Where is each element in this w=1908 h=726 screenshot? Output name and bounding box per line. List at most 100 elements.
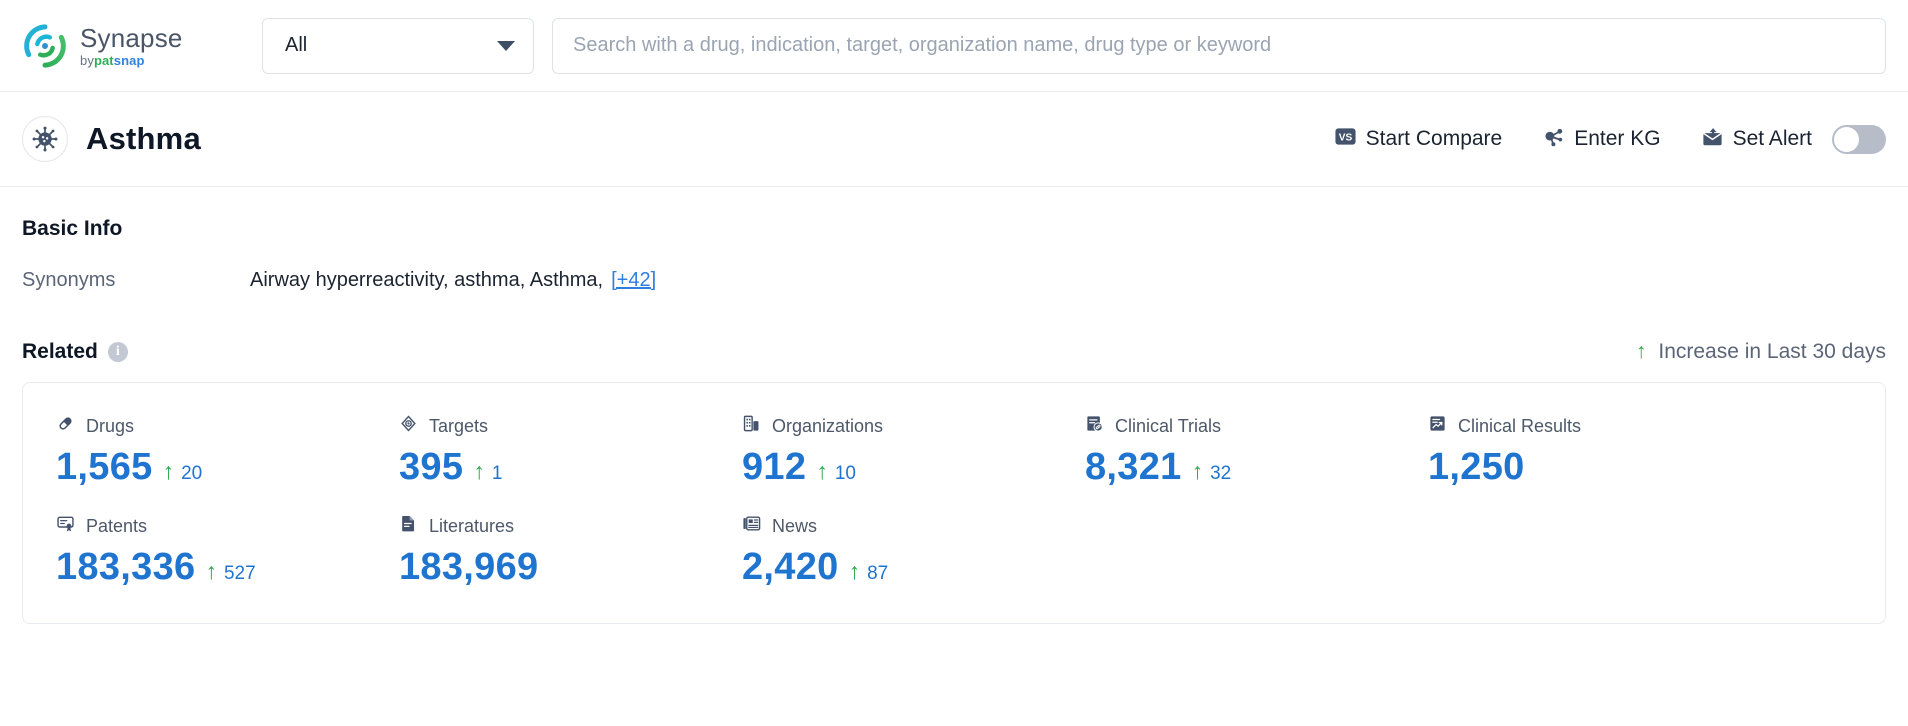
- metric-header: Patents: [56, 515, 399, 537]
- metric-delta: ↑ 32: [1192, 460, 1232, 485]
- metric-label: News: [772, 515, 818, 536]
- metric-label: Organizations: [772, 415, 884, 436]
- page-body: Basic Info Synonyms Airway hyperreactivi…: [0, 217, 1908, 624]
- knowledge-graph-icon: [1542, 125, 1565, 154]
- start-compare-button[interactable]: VS Start Compare: [1334, 125, 1502, 154]
- building-icon: [742, 414, 761, 438]
- search-scope-dropdown[interactable]: All: [262, 17, 534, 74]
- metric-value: 395: [399, 446, 464, 488]
- clinical-trial-icon: [1085, 414, 1104, 438]
- clinical-results-icon: [1428, 414, 1447, 438]
- metric-clinical-results[interactable]: Clinical Results 1,250: [1428, 415, 1771, 489]
- virus-icon: [22, 116, 68, 162]
- pill-icon: [56, 414, 75, 438]
- entity-header: Asthma VS Start Compare Enter KG Set Ale…: [0, 92, 1908, 187]
- arrow-up-icon: ↑: [162, 458, 175, 484]
- metric-header: Targets: [399, 415, 742, 437]
- chevron-down-icon: [497, 40, 515, 51]
- metric-targets[interactable]: Targets 395 ↑ 1: [399, 415, 742, 489]
- info-icon[interactable]: i: [107, 342, 128, 362]
- global-search-bar: Synapse bypatsnap All: [0, 0, 1908, 92]
- set-alert-label: Set Alert: [1732, 127, 1812, 150]
- arrow-up-icon: ↑: [473, 458, 485, 484]
- metric-label: Patents: [86, 515, 148, 536]
- brand-logo[interactable]: Synapse bypatsnap: [22, 23, 262, 69]
- toggle-knob: [1834, 126, 1859, 152]
- brand-by: by: [80, 52, 94, 68]
- search-field-wrapper[interactable]: [552, 17, 1886, 74]
- metric-value: 912: [742, 446, 807, 488]
- metric-value-row: 2,420 ↑ 87: [742, 546, 1085, 589]
- enter-kg-label: Enter KG: [1574, 127, 1661, 150]
- metric-header: Literatures: [399, 515, 742, 537]
- metric-delta: ↑ 87: [849, 560, 889, 585]
- metric-delta: ↑ 10: [816, 460, 856, 485]
- metric-value-row: 1,250: [1428, 446, 1771, 489]
- set-alert-toggle[interactable]: [1832, 124, 1886, 154]
- set-alert-control[interactable]: Set Alert: [1701, 124, 1886, 154]
- metric-delta-value: 20: [181, 463, 203, 484]
- synonyms-row: Synonyms Airway hyperreactivity, asthma,…: [22, 269, 1886, 292]
- metric-delta-value: 32: [1210, 463, 1232, 484]
- metric-value: 183,969: [399, 546, 539, 588]
- metric-organizations[interactable]: Organizations 912 ↑ 10: [742, 415, 1085, 489]
- entity-action-bar: VS Start Compare Enter KG Set Alert: [1334, 124, 1886, 154]
- metric-patents[interactable]: Patents 183,336 ↑ 527: [56, 515, 399, 589]
- metric-label: Clinical Trials: [1115, 415, 1222, 436]
- metric-value: 183,336: [56, 546, 196, 588]
- metric-value-row: 183,969: [399, 546, 742, 589]
- related-metrics-grid: Drugs 1,565 ↑ 20 Targets 395 ↑ 1 Organiz…: [23, 415, 1885, 589]
- related-metrics-card: Drugs 1,565 ↑ 20 Targets 395 ↑ 1 Organiz…: [22, 382, 1886, 624]
- metric-news[interactable]: News 2,420 ↑ 87: [742, 515, 1085, 589]
- metric-value-row: 8,321 ↑ 32: [1085, 446, 1428, 489]
- metric-drugs[interactable]: Drugs 1,565 ↑ 20: [56, 415, 399, 489]
- metric-literatures[interactable]: Literatures 183,969: [399, 515, 742, 589]
- metric-delta-value: 527: [223, 563, 256, 584]
- metric-value-row: 912 ↑ 10: [742, 446, 1085, 489]
- metric-label: Clinical Results: [1458, 415, 1582, 436]
- metric-header: Clinical Trials: [1085, 415, 1428, 437]
- arrow-up-icon: ↑: [1191, 458, 1204, 484]
- basic-info-heading: Basic Info: [22, 217, 123, 240]
- metric-delta-value: 10: [834, 463, 856, 484]
- synonyms-label: Synonyms: [22, 269, 116, 291]
- brand-tagline: bypatsnap: [80, 54, 183, 67]
- metric-value-row: 183,336 ↑ 527: [56, 546, 399, 589]
- metric-label: Literatures: [429, 515, 515, 536]
- metric-delta: ↑ 1: [473, 460, 502, 485]
- metric-header: News: [742, 515, 1085, 537]
- search-scope-value: All: [285, 34, 308, 56]
- metric-header: Drugs: [56, 415, 399, 437]
- news-icon: [742, 514, 761, 538]
- related-heading: Related: [22, 340, 98, 363]
- brand-snap: snap: [113, 52, 145, 68]
- metric-delta-value: 1: [491, 463, 503, 484]
- synonyms-text: Airway hyperreactivity, asthma, Asthma,: [250, 269, 604, 291]
- target-icon: [399, 414, 418, 438]
- metric-value: 8,321: [1085, 446, 1182, 488]
- metric-value-row: 1,565 ↑ 20: [56, 446, 399, 489]
- alert-mail-icon: [1701, 125, 1724, 154]
- metric-label: Drugs: [86, 415, 135, 436]
- literature-icon: [399, 514, 418, 538]
- metric-header: Organizations: [742, 415, 1085, 437]
- arrow-up-icon: ↑: [816, 458, 828, 484]
- entity-identity: Asthma: [22, 116, 201, 162]
- synonyms-more-link[interactable]: [+42]: [611, 269, 656, 291]
- metric-label: Targets: [429, 415, 489, 436]
- metric-value: 1,250: [1428, 446, 1525, 488]
- metric-delta: ↑ 20: [163, 460, 203, 485]
- search-input[interactable]: [573, 34, 1865, 57]
- enter-kg-button[interactable]: Enter KG: [1542, 125, 1661, 154]
- synonyms-value: Airway hyperreactivity, asthma, Asthma, […: [250, 269, 656, 292]
- metric-value: 2,420: [742, 546, 839, 588]
- brand-pat: pat: [93, 52, 114, 68]
- arrow-up-icon: ↑: [848, 558, 861, 584]
- metric-delta: ↑ 527: [205, 560, 255, 585]
- metric-value-row: 395 ↑ 1: [399, 446, 742, 489]
- increase-legend: ↑ Increase in Last 30 days: [1636, 340, 1886, 364]
- page-title: Asthma: [86, 121, 201, 156]
- increase-legend-label: Increase in Last 30 days: [1658, 340, 1886, 363]
- patent-icon: [56, 514, 75, 538]
- metric-clinical-trials[interactable]: Clinical Trials 8,321 ↑ 32: [1085, 415, 1428, 489]
